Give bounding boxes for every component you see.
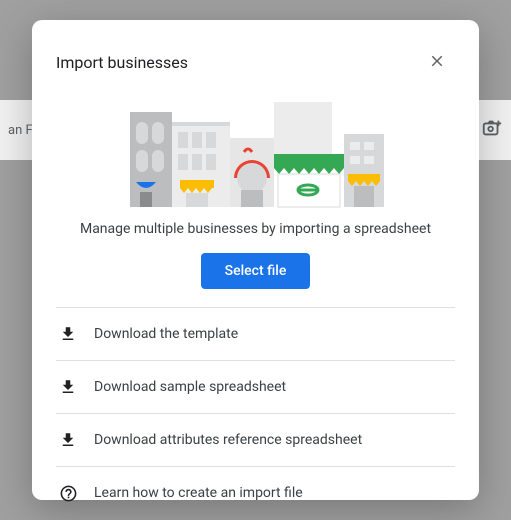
import-businesses-dialog: Import businesses xyxy=(32,20,479,500)
close-button[interactable] xyxy=(419,44,455,80)
download-template-link[interactable]: Download the template xyxy=(56,307,455,360)
download-sample-link[interactable]: Download sample spreadsheet xyxy=(56,360,455,413)
download-icon xyxy=(58,430,78,450)
storefront-illustration xyxy=(126,94,386,209)
link-label: Download attributes reference spreadshee… xyxy=(94,432,362,448)
dialog-subtitle: Manage multiple businesses by importing … xyxy=(56,221,455,237)
dialog-title: Import businesses xyxy=(56,53,188,72)
add-photo-icon xyxy=(481,117,503,143)
learn-more-link[interactable]: Learn how to create an import file xyxy=(56,466,455,519)
link-list: Download the template Download sample sp… xyxy=(56,307,455,519)
link-label: Learn how to create an import file xyxy=(94,485,303,501)
dialog-header: Import businesses xyxy=(56,44,455,80)
close-icon xyxy=(428,52,446,73)
select-file-button[interactable]: Select file xyxy=(201,253,311,289)
download-icon xyxy=(58,377,78,397)
help-icon xyxy=(58,483,78,503)
download-icon xyxy=(58,324,78,344)
link-label: Download the template xyxy=(94,326,238,342)
link-label: Download sample spreadsheet xyxy=(94,379,286,395)
download-attributes-link[interactable]: Download attributes reference spreadshee… xyxy=(56,413,455,466)
